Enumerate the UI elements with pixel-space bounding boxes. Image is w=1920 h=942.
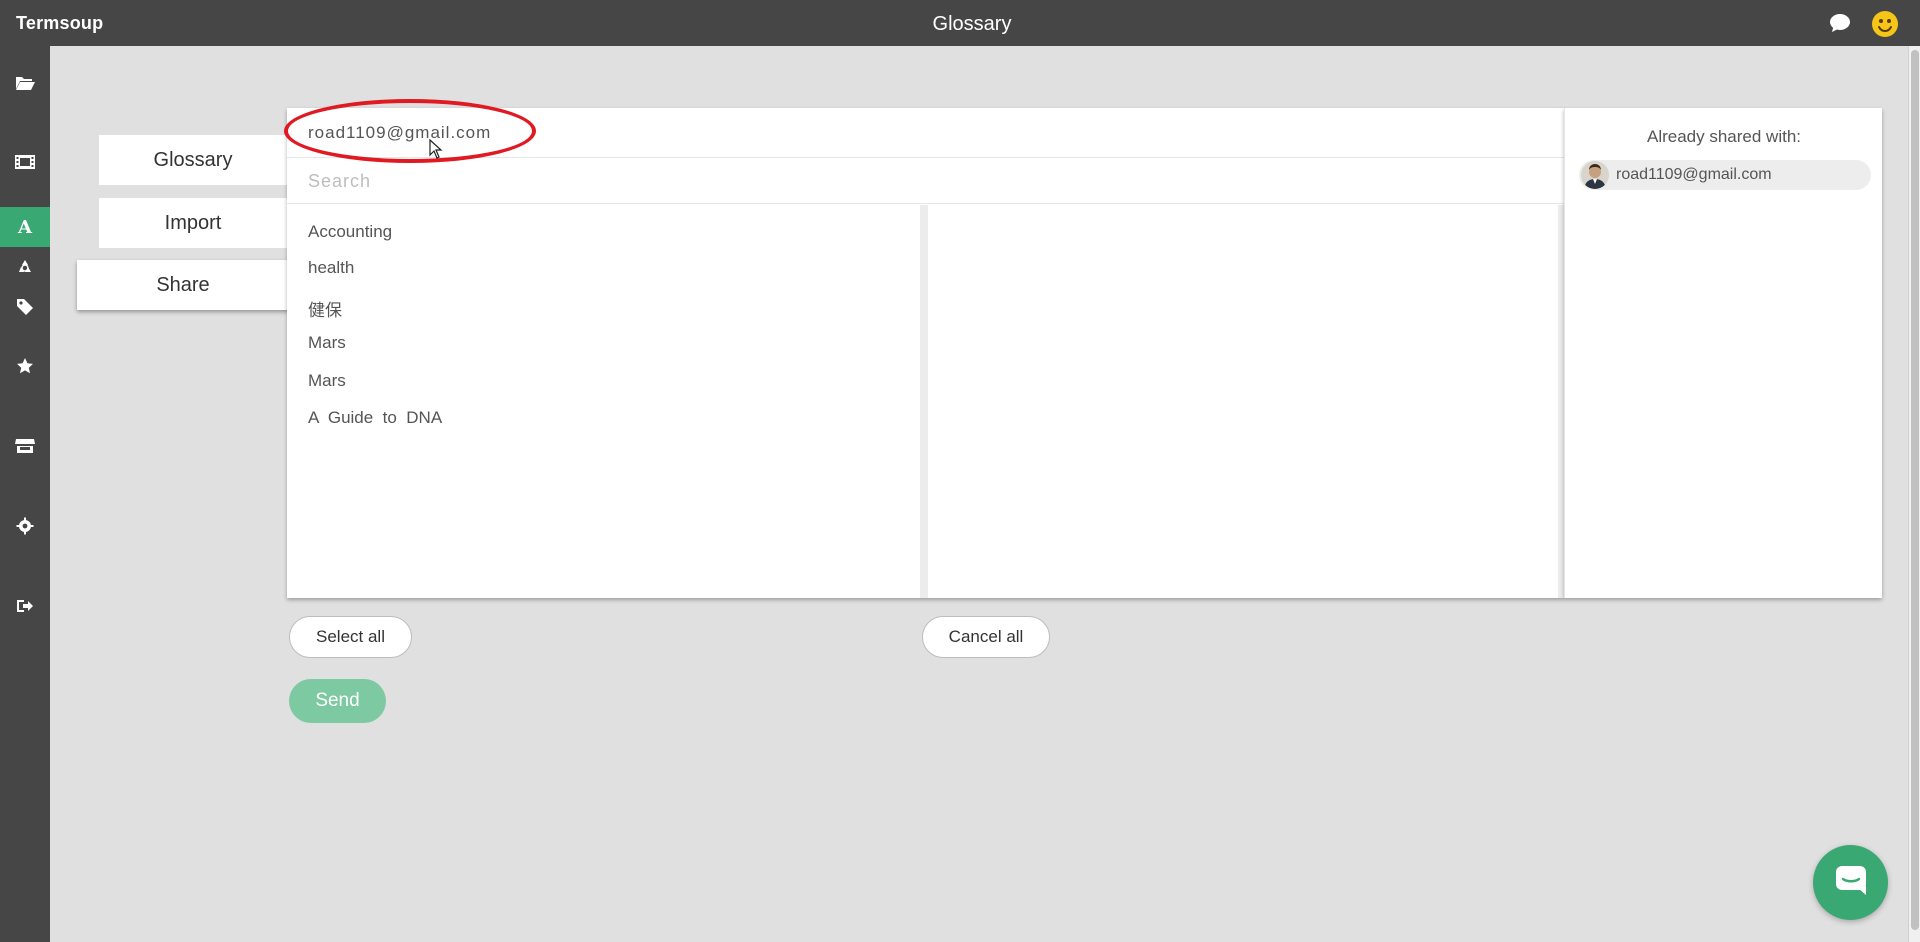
column-scrollbar-left[interactable] <box>920 205 928 598</box>
shared-user-chip[interactable]: road1109@gmail.com <box>1579 160 1871 190</box>
search-input[interactable] <box>308 168 1508 194</box>
sidebar-item-logout[interactable] <box>0 586 50 626</box>
chat-launcher-button[interactable] <box>1813 845 1888 920</box>
chat-bubble-icon[interactable] <box>1829 13 1851 38</box>
glossary-list: Accounting health 健保 Mars Mars A Guide t… <box>287 205 920 598</box>
recycle-icon <box>16 258 34 276</box>
sidebar-item-settings[interactable] <box>0 506 50 546</box>
page-title: Glossary <box>932 13 1012 35</box>
sidebar-item-glossary[interactable]: A <box>0 207 50 247</box>
gear-icon <box>16 517 34 535</box>
search-row <box>287 158 1564 204</box>
avatar <box>1581 161 1609 189</box>
tab-import[interactable]: Import <box>99 198 287 248</box>
sidebar-item-favorites[interactable] <box>0 346 50 386</box>
page-scrollbar[interactable] <box>1908 46 1920 942</box>
store-icon <box>15 438 35 454</box>
send-button[interactable]: Send <box>289 679 386 723</box>
film-icon <box>15 154 35 170</box>
sidebar-item-recycle[interactable] <box>0 247 50 287</box>
folder-open-icon <box>15 75 35 91</box>
letter-a-icon: A <box>18 216 32 238</box>
app-brand[interactable]: Termsoup <box>16 13 103 34</box>
list-item[interactable]: Mars <box>308 371 346 391</box>
star-icon <box>16 357 34 375</box>
sidebar-item-media[interactable] <box>0 142 50 182</box>
message-icon <box>1834 864 1868 901</box>
tab-share[interactable]: Share <box>77 260 289 310</box>
list-item[interactable]: Accounting <box>308 222 392 242</box>
tag-icon <box>16 298 34 316</box>
tab-glossary[interactable]: Glossary <box>99 135 287 185</box>
sidebar: A <box>0 46 50 942</box>
recipient-email-row: road1109@gmail.com <box>284 99 1564 163</box>
recipient-email[interactable]: road1109@gmail.com <box>308 123 491 143</box>
sidebar-item-store[interactable] <box>0 426 50 466</box>
smiley-avatar-icon[interactable] <box>1871 10 1899 43</box>
already-shared-panel: Already shared with: road1109@gmail.com <box>1564 108 1882 598</box>
top-bar: Termsoup Glossary <box>0 0 1920 46</box>
list-item[interactable]: A Guide to DNA <box>308 408 442 428</box>
sign-out-icon <box>16 598 34 614</box>
list-item[interactable]: health <box>308 258 354 278</box>
sidebar-item-tags[interactable] <box>0 287 50 327</box>
selected-list <box>928 205 1558 598</box>
sidebar-item-files[interactable] <box>0 63 50 103</box>
share-panel: road1109@gmail.com Accounting health 健保 … <box>284 99 1564 598</box>
shared-user-email: road1109@gmail.com <box>1616 166 1772 183</box>
list-item[interactable]: Mars <box>308 333 346 353</box>
select-all-button[interactable]: Select all <box>289 616 412 658</box>
list-item[interactable]: 健保 <box>308 296 342 321</box>
cancel-all-button[interactable]: Cancel all <box>922 616 1050 658</box>
shared-title: Already shared with: <box>1646 127 1802 146</box>
scrollbar-thumb[interactable] <box>1911 50 1919 930</box>
